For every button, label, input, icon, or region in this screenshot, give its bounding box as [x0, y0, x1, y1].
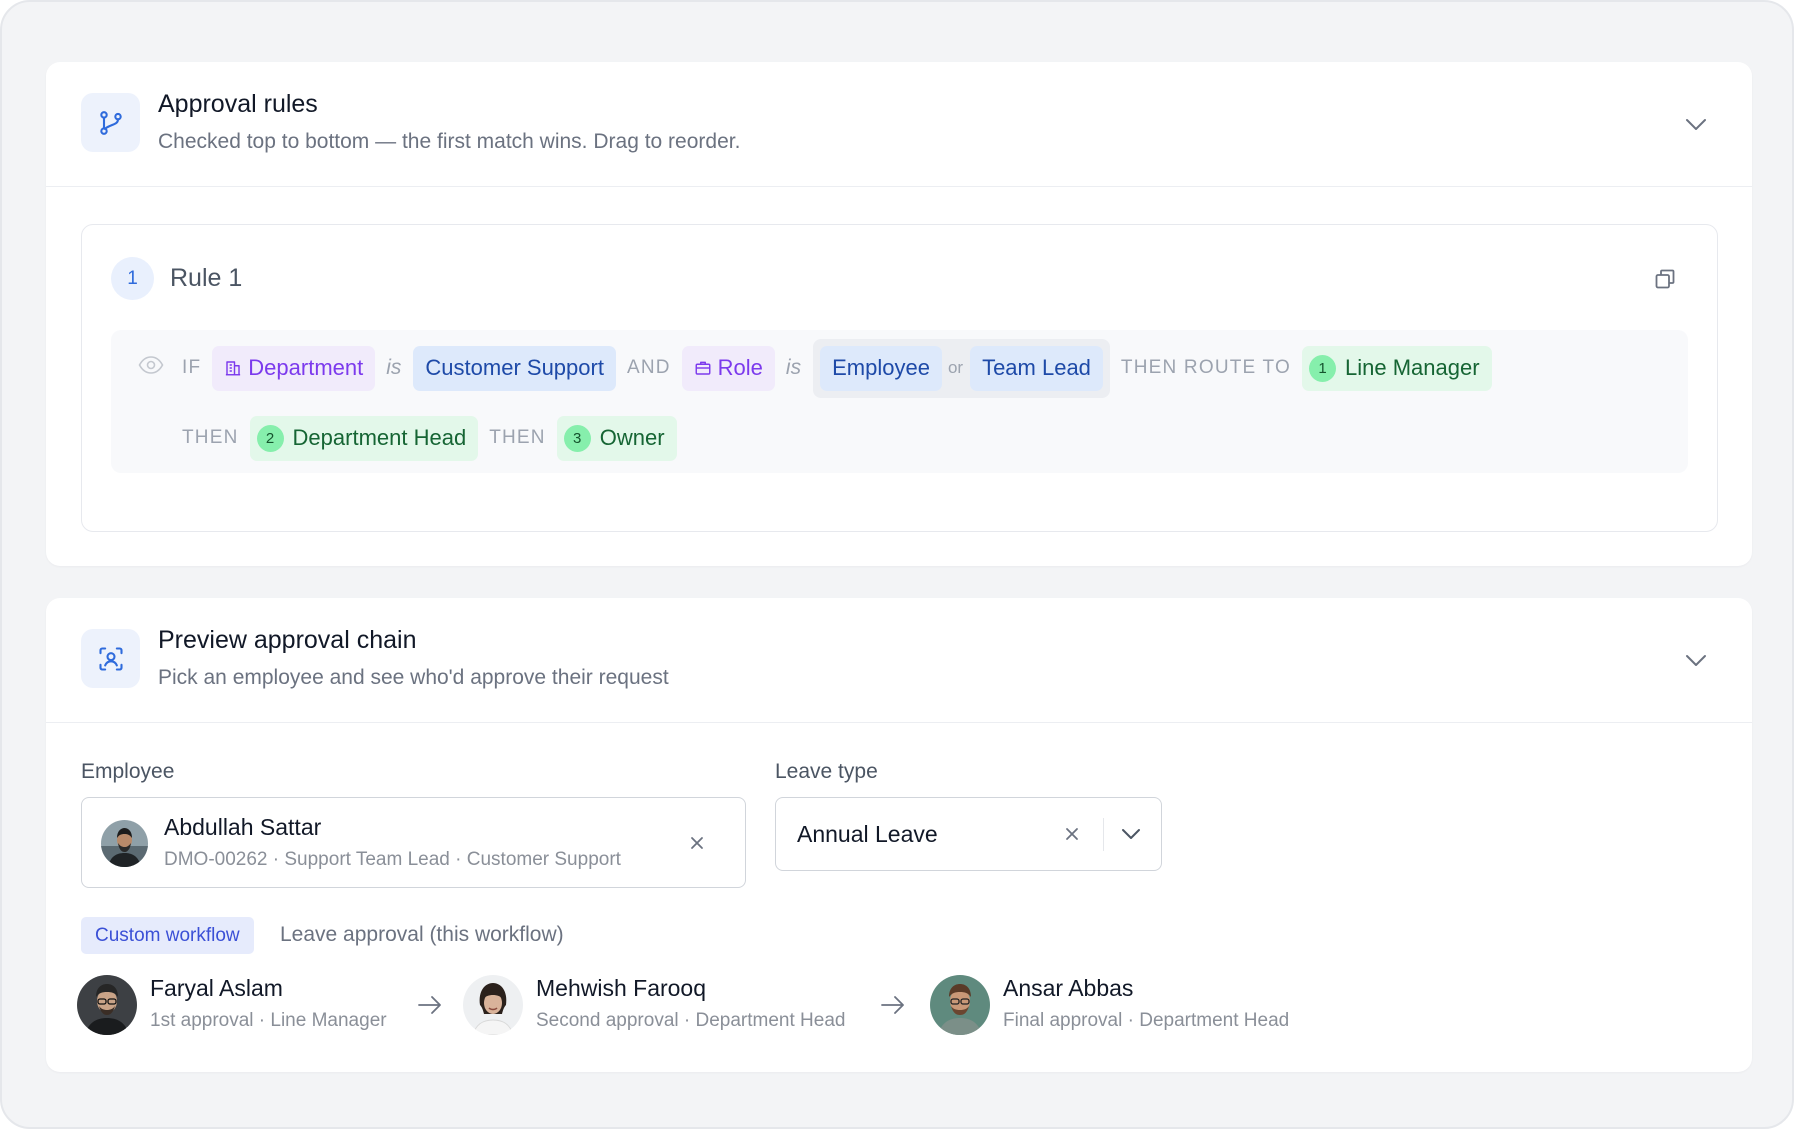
rule-condition-body: IF Department is Customer Support AND Ro… — [111, 330, 1688, 473]
approval-rules-title: Approval rules — [158, 90, 318, 118]
role-attribute-chip[interactable]: Role — [681, 345, 775, 391]
step-number: 2 — [256, 424, 284, 452]
approver-name: Mehwish Farooq — [536, 975, 707, 1001]
preview-chain-title: Preview approval chain — [158, 626, 417, 654]
select-divider — [1103, 818, 1104, 851]
approver-name: Ansar Abbas — [1003, 975, 1134, 1001]
employee-value-chip[interactable]: Employee — [820, 345, 942, 391]
approver-role: Final approval · Department Head — [1003, 1010, 1290, 1031]
eye-icon[interactable] — [138, 355, 164, 375]
scan-user-icon — [81, 629, 140, 688]
rule-name: Rule 1 — [170, 264, 243, 292]
if-keyword: IF — [182, 357, 202, 378]
rule-line-2: THEN 2 Department Head THEN 3 Owner — [182, 415, 677, 461]
duplicate-icon[interactable] — [1653, 267, 1677, 291]
rule-number-badge: 1 — [111, 257, 154, 300]
step-label: Owner — [599, 425, 665, 450]
customer-support-value-chip[interactable]: Customer Support — [413, 345, 616, 391]
chevron-down-icon[interactable] — [1682, 112, 1710, 136]
building-icon — [226, 361, 241, 376]
approval-rules-header[interactable]: Approval rules Checked top to bottom — t… — [46, 62, 1752, 187]
step-label: Line Manager — [1345, 355, 1480, 380]
preview-chain-card: Preview approval chain Pick an employee … — [46, 598, 1752, 1072]
step-chip-department-head[interactable]: 2 Department Head — [249, 415, 479, 461]
page-frame: Approval rules Checked top to bottom — t… — [0, 0, 1794, 1129]
then-keyword: THEN — [182, 427, 239, 448]
approver-role: Second approval · Department Head — [536, 1010, 846, 1031]
arrow-right-icon — [418, 996, 441, 1014]
team-lead-value-chip[interactable]: Team Lead — [970, 345, 1103, 391]
employee-name: Abdullah Sattar — [164, 814, 322, 840]
step-number: 3 — [563, 424, 591, 452]
avatar — [463, 975, 523, 1035]
role-attribute-label: Role — [717, 355, 763, 380]
avatar — [930, 975, 990, 1035]
preview-chain-subtitle: Pick an employee and see who'd approve t… — [158, 666, 669, 689]
chevron-down-icon[interactable] — [1119, 823, 1143, 845]
preview-chain-header[interactable]: Preview approval chain Pick an employee … — [46, 598, 1752, 723]
avatar — [101, 820, 148, 867]
is-keyword: is — [386, 356, 402, 379]
rule-card[interactable]: 1 Rule 1 IF Department is Customer Suppo… — [81, 224, 1718, 532]
leave-type-value: Annual Leave — [797, 821, 938, 847]
git-branch-icon — [81, 93, 140, 152]
approval-rules-subtitle: Checked top to bottom — the first match … — [158, 130, 741, 153]
clear-icon[interactable] — [688, 834, 706, 852]
approval-rules-card: Approval rules Checked top to bottom — t… — [46, 62, 1752, 566]
employee-meta: DMO-00262 · Support Team Lead · Customer… — [164, 849, 621, 870]
step-number: 1 — [1309, 354, 1336, 382]
chevron-down-icon[interactable] — [1682, 648, 1710, 672]
approver-role: 1st approval · Line Manager — [150, 1010, 387, 1031]
custom-workflow-badge: Custom workflow — [81, 917, 254, 954]
approver-name: Faryal Aslam — [150, 975, 283, 1001]
then-keyword: THEN — [489, 427, 546, 448]
step-label: Department Head — [292, 425, 467, 450]
role-values-group: Employee or Team Lead — [813, 338, 1110, 398]
is-keyword: is — [785, 356, 802, 379]
step-chip-line-manager[interactable]: 1 Line Manager — [1302, 345, 1492, 391]
arrow-right-icon — [881, 996, 904, 1014]
rule-line-1: IF Department is Customer Support AND Ro… — [182, 338, 1492, 398]
leave-type-select[interactable]: Annual Leave — [775, 797, 1162, 871]
leave-type-field-label: Leave type — [775, 760, 878, 783]
then-route-to-keyword: THEN ROUTE TO — [1120, 357, 1291, 378]
and-keyword: AND — [626, 357, 671, 378]
employee-select[interactable]: Abdullah Sattar DMO-00262 · Support Team… — [81, 797, 746, 888]
briefcase-icon — [695, 361, 711, 375]
workflow-description: Leave approval (this workflow) — [280, 923, 564, 946]
department-attribute-chip[interactable]: Department — [212, 345, 376, 391]
or-keyword: or — [947, 358, 964, 377]
department-attribute-label: Department — [248, 355, 364, 380]
employee-field-label: Employee — [81, 760, 175, 783]
avatar — [77, 975, 137, 1035]
clear-icon[interactable] — [1063, 825, 1081, 843]
step-chip-owner[interactable]: 3 Owner — [556, 415, 677, 461]
